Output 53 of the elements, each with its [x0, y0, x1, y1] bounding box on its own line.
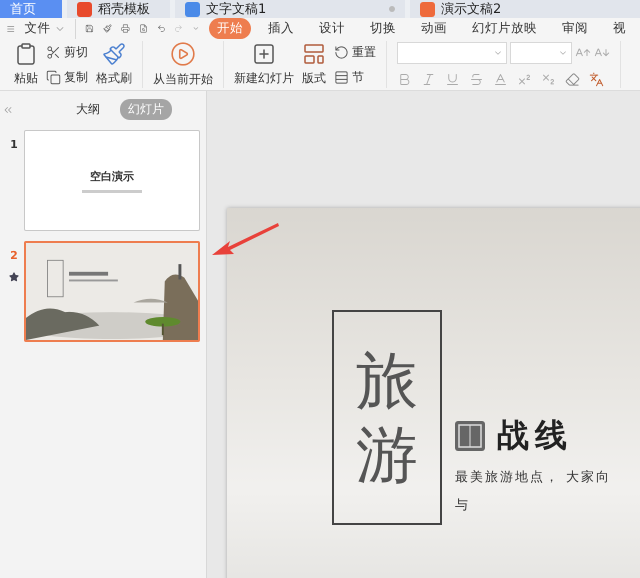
- ribbon-tab[interactable]: 插入: [260, 18, 302, 39]
- paste-button[interactable]: 粘贴: [14, 42, 38, 87]
- panel-tab[interactable]: 大纲: [68, 99, 108, 120]
- play-icon[interactable]: [170, 41, 196, 67]
- document-tab[interactable]: 演示文稿2: [410, 0, 640, 18]
- superscript-icon[interactable]: [517, 72, 532, 87]
- slide-body-text: 与: [455, 497, 471, 514]
- slide-body-text: 最美旅游地点， 大家向: [455, 469, 612, 486]
- cut-button[interactable]: 剪切: [46, 44, 88, 60]
- layout-button[interactable]: 版式: [302, 42, 326, 87]
- play-button[interactable]: 从当前开始: [153, 41, 213, 88]
- eraser-icon[interactable]: [565, 72, 580, 87]
- font-color-icon[interactable]: [493, 72, 508, 87]
- subtitle-placeholder-icon: [82, 190, 142, 192]
- file-menu[interactable]: 文件: [24, 20, 66, 37]
- vertical-title-char: 旅: [356, 350, 418, 412]
- ribbon-tab[interactable]: 幻灯片放映: [464, 18, 545, 39]
- subscript-icon[interactable]: [541, 72, 556, 87]
- app-logo-icon: [77, 2, 92, 16]
- paintbrush-icon[interactable]: [102, 42, 126, 66]
- layout-icon[interactable]: [302, 42, 326, 66]
- copy-icon[interactable]: [46, 70, 61, 84]
- new-slide-icon[interactable]: [252, 42, 276, 66]
- thumbnail-title: 空白演示: [90, 168, 134, 184]
- app-logo-icon: [420, 2, 435, 16]
- section-button[interactable]: 节: [334, 68, 376, 86]
- slide-number: 1: [10, 138, 18, 151]
- font-size-field[interactable]: [510, 42, 572, 64]
- new-slide-button[interactable]: 新建幻灯片: [234, 42, 294, 87]
- reset-icon[interactable]: [334, 44, 349, 60]
- slide-number: 2: [10, 249, 18, 262]
- document-tab[interactable]: 稻壳模板: [67, 0, 170, 18]
- scissors-icon[interactable]: [46, 44, 61, 60]
- seal-stamp-icon: [455, 421, 485, 451]
- reset-button[interactable]: 重置: [334, 44, 376, 60]
- phonetic-icon[interactable]: [589, 72, 604, 87]
- document-tab[interactable]: 文字文稿1: [175, 0, 405, 18]
- slide-thumbnail[interactable]: 空白演示: [24, 130, 200, 231]
- italic-icon[interactable]: [421, 72, 436, 87]
- ribbon-tab[interactable]: 切换: [362, 18, 404, 39]
- slide-heading: 战线: [497, 415, 573, 456]
- app-logo-icon: [185, 2, 200, 16]
- vertical-title-char: 游: [356, 424, 418, 486]
- underline-icon[interactable]: [445, 72, 460, 87]
- section-icon[interactable]: [334, 70, 349, 84]
- copy-button[interactable]: 复制: [46, 68, 88, 86]
- ribbon-tab[interactable]: 审阅: [554, 18, 596, 39]
- strikethrough-icon[interactable]: [469, 72, 484, 87]
- ribbon-tab[interactable]: 设计: [311, 18, 353, 39]
- format-painter-button[interactable]: 格式刷: [96, 42, 132, 87]
- ribbon-tab[interactable]: 动画: [413, 18, 455, 39]
- ribbon-tab[interactable]: 视: [605, 18, 634, 39]
- font-field[interactable]: [397, 42, 507, 64]
